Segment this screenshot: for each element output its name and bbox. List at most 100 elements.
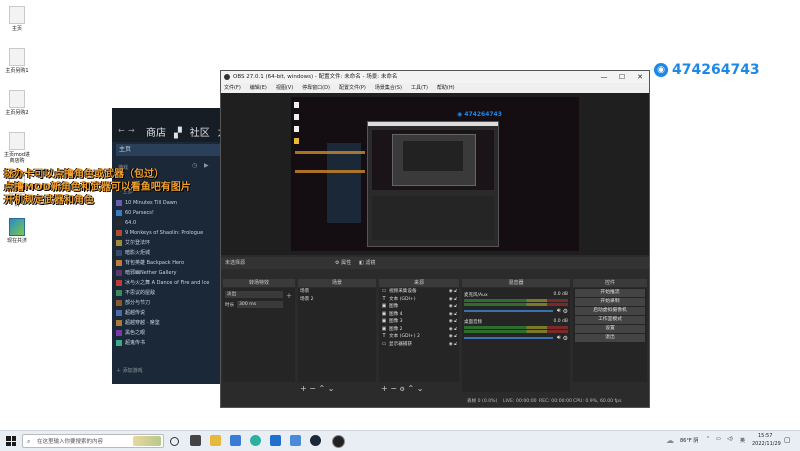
menu-tools[interactable]: 工具(T) <box>411 83 428 93</box>
speaker-icon[interactable]: 🔊︎ <box>557 334 561 342</box>
gear-icon[interactable]: ⚙ <box>400 386 405 393</box>
game-list-item[interactable]: 不思议的屋敌 <box>116 288 220 298</box>
visibility-icon[interactable]: ◉ 🔓︎ <box>449 288 457 296</box>
game-list-item[interactable]: 64.0 <box>116 218 220 228</box>
add-icon[interactable]: + <box>381 384 388 393</box>
virtual-camera-button[interactable]: 启动虚拟摄像机 <box>575 307 645 315</box>
source-item[interactable]: ▭ 视频采集设备 ◉ 🔓︎ <box>379 288 459 296</box>
add-game-button[interactable]: ＋ 添加游戏 <box>116 367 143 374</box>
game-list-item[interactable]: 暗邪幽Nether Gallery <box>116 268 220 278</box>
duration-input[interactable]: 300 ms <box>237 301 283 308</box>
weather-text[interactable]: 86°F 阴 <box>680 437 698 444</box>
grid-app-icon[interactable] <box>190 435 201 446</box>
scene-item[interactable]: 场景 <box>298 288 376 296</box>
menu-view[interactable]: 视图(V) <box>276 83 293 93</box>
desktop-icon-6[interactable]: 现在共济 <box>0 218 34 244</box>
volume-slider[interactable] <box>464 310 553 312</box>
steam-home-item[interactable]: 主页 <box>116 144 223 156</box>
close-icon[interactable]: ✕ <box>631 71 649 83</box>
scene-item[interactable]: 场景 2 <box>298 296 376 304</box>
game-list-item[interactable]: 超越传说 <box>116 308 220 318</box>
source-item[interactable]: ▭ 显示器捕获 ◉ 🔓︎ <box>379 341 459 349</box>
gear-icon[interactable]: ⚙ <box>563 308 568 315</box>
source-item[interactable]: ▣ 图像 2 ◉ 🔓︎ <box>379 326 459 334</box>
move-up-icon[interactable]: ⌃ <box>407 384 414 393</box>
back-arrow-icon[interactable]: ← <box>118 126 125 135</box>
weather-icon[interactable]: ☁ <box>666 436 674 445</box>
exit-button[interactable]: 退出 <box>575 334 645 342</box>
edge-icon[interactable] <box>250 435 261 446</box>
properties-button[interactable]: ⚙ 属性 <box>335 257 351 269</box>
visibility-icon[interactable]: ◉ 🔓︎ <box>449 333 457 341</box>
source-item[interactable]: ▣ 图像 ◉ 🔓︎ <box>379 303 459 311</box>
menu-scene-collection[interactable]: 场景集合(S) <box>375 83 402 93</box>
folder-icon[interactable] <box>210 435 221 446</box>
clock-time[interactable]: 15:57 <box>758 433 772 439</box>
steam-icon[interactable] <box>310 435 321 446</box>
game-list-item[interactable]: 超鬼传书 <box>116 338 220 348</box>
notification-icon[interactable]: ▢ <box>784 436 791 444</box>
nav-store[interactable]: 商店 <box>146 128 166 139</box>
game-list-item[interactable]: 部分与节刀 <box>116 298 220 308</box>
gear-icon[interactable]: ⚙ <box>563 335 568 342</box>
source-item[interactable]: ▣ 图像 4 ◉ 🔓︎ <box>379 311 459 319</box>
game-list-item[interactable]: 黑色之眼 <box>116 328 220 338</box>
bird-app-icon[interactable] <box>290 435 301 446</box>
game-list-item[interactable]: 超越穿越 · 席鉴 <box>116 318 220 328</box>
menu-help[interactable]: 帮助(H) <box>437 83 455 93</box>
desktop-icon-2[interactable]: 主页另购1 <box>0 48 34 74</box>
move-down-icon[interactable]: ⌄ <box>417 384 424 393</box>
game-list-item[interactable]: 背包英雄 Backpack Hero <box>116 258 220 268</box>
source-item[interactable]: T 文本 (GDI+) 2 ◉ 🔓︎ <box>379 333 459 341</box>
menu-file[interactable]: 文件(F) <box>224 83 241 93</box>
clock-date[interactable]: 2022/11/29 <box>752 441 781 447</box>
taskbar-search[interactable]: ⌕ 在这里输入你要搜索的内容 <box>22 434 164 448</box>
visibility-icon[interactable]: ◉ 🔓︎ <box>449 303 457 311</box>
remove-icon[interactable]: − <box>390 384 397 393</box>
network-icon[interactable]: ▭ <box>716 436 721 442</box>
desktop-icon-4[interactable]: 主页mod进 商店购 <box>0 132 34 164</box>
start-streaming-button[interactable]: 开始推流 <box>575 289 645 297</box>
desktop-icon-1[interactable]: 主页 <box>0 6 34 32</box>
move-down-icon[interactable]: ⌄ <box>328 384 335 393</box>
game-list-item[interactable]: 9 Monkeys of Shaolin: Prologue <box>116 228 220 238</box>
transition-select[interactable]: 淡出 <box>225 291 283 298</box>
settings-button[interactable]: 设置 <box>575 325 645 333</box>
studio-mode-button[interactable]: 工作室模式 <box>575 316 645 324</box>
menu-profile[interactable]: 配置文件(P) <box>339 83 366 93</box>
task-view-icon[interactable] <box>170 437 179 446</box>
windows-start-icon[interactable] <box>6 436 16 446</box>
store-icon[interactable] <box>230 435 241 446</box>
visibility-icon[interactable]: ◉ 🔓︎ <box>449 341 457 349</box>
preview-canvas[interactable]: ◉ 474264743 <box>291 97 579 251</box>
remove-icon[interactable]: − <box>309 384 316 393</box>
nav-community[interactable]: 社区 <box>190 128 210 139</box>
visibility-icon[interactable]: ◉ 🔓︎ <box>449 318 457 326</box>
game-list-item[interactable]: 冰与火之舞 A Dance of Fire and Ice <box>116 278 220 288</box>
maximize-icon[interactable]: ☐ <box>613 71 631 83</box>
volume-icon[interactable]: ◁) <box>727 436 733 442</box>
obs-icon[interactable] <box>332 435 345 448</box>
tray-chevron-icon[interactable]: ⌃ <box>706 436 710 442</box>
start-recording-button[interactable]: 开始录制 <box>575 298 645 306</box>
game-list-item[interactable]: 艾尔登法环 <box>116 238 220 248</box>
visibility-icon[interactable]: ◉ 🔓︎ <box>449 311 457 319</box>
game-list-item[interactable]: 60 Parsecs! <box>116 208 220 218</box>
menu-edit[interactable]: 编辑(E) <box>250 83 267 93</box>
visibility-icon[interactable]: ◉ 🔓︎ <box>449 326 457 334</box>
play-icon[interactable]: ▶ <box>204 162 209 169</box>
move-up-icon[interactable]: ⌃ <box>319 384 326 393</box>
language-indicator[interactable]: 英 <box>740 437 745 444</box>
source-item[interactable]: ▣ 图像 3 ◉ 🔓︎ <box>379 318 459 326</box>
filters-button[interactable]: ◧ 滤镜 <box>359 257 375 269</box>
volume-slider[interactable] <box>464 337 553 339</box>
source-item[interactable]: T 文本 (GDI+) ◉ 🔓︎ <box>379 296 459 304</box>
game-list-item[interactable]: 暗影火炬城 <box>116 248 220 258</box>
mail-icon[interactable] <box>270 435 281 446</box>
speaker-icon[interactable]: 🔊︎ <box>557 307 561 315</box>
menu-docks[interactable]: 停靠窗口(D) <box>302 83 330 93</box>
desktop-icon-3[interactable]: 主页另购2 <box>0 90 34 116</box>
transition-add-icon[interactable]: ＋ <box>286 291 292 300</box>
minimize-icon[interactable]: — <box>595 71 613 83</box>
clock-icon[interactable]: ◷ <box>192 162 197 169</box>
